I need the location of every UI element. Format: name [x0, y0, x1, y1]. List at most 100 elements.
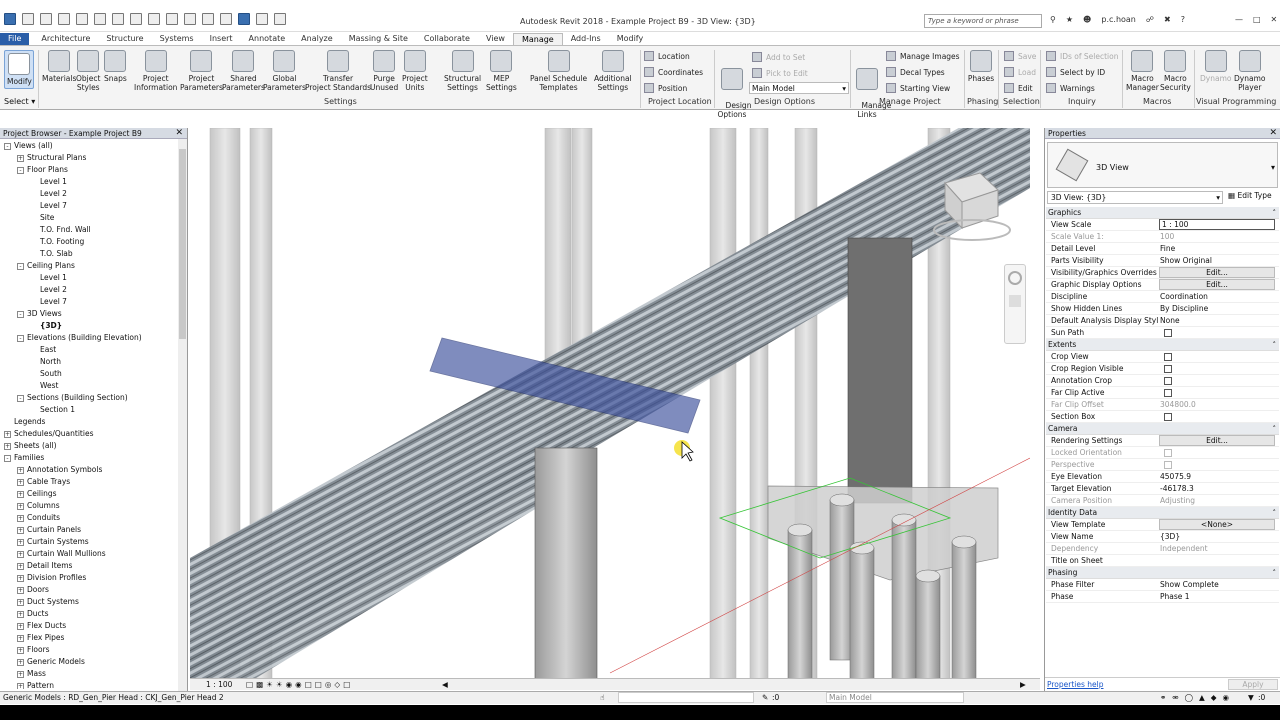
tab-insert[interactable]: Insert	[202, 33, 241, 45]
thin-lines-icon[interactable]	[238, 13, 250, 25]
collapse-icon[interactable]: -	[17, 310, 24, 318]
tab-structure[interactable]: Structure	[98, 33, 151, 45]
checkbox[interactable]	[1164, 413, 1172, 421]
tree-item[interactable]: + Flex Pipes	[17, 632, 64, 644]
3d-view-icon[interactable]	[202, 13, 214, 25]
expand-icon[interactable]: +	[17, 154, 24, 162]
collapse-icon[interactable]: ˄	[1273, 423, 1277, 435]
tree-item[interactable]: - Floor Plans	[17, 164, 68, 176]
expand-icon[interactable]: +	[17, 550, 24, 558]
open-icon[interactable]	[22, 13, 34, 25]
tab-architecture[interactable]: Architecture	[33, 33, 98, 45]
expand-icon[interactable]: +	[17, 574, 24, 582]
collapse-icon[interactable]: ˄	[1273, 207, 1277, 219]
tree-item[interactable]: + Flex Ducts	[17, 620, 66, 632]
tree-item[interactable]: T.O. Slab	[30, 248, 73, 260]
tree-item[interactable]: + Conduits	[17, 512, 60, 524]
minimize-icon[interactable]: —	[1235, 15, 1243, 24]
tab-manage[interactable]: Manage	[512, 33, 563, 45]
tree-item[interactable]: T.O. Fnd. Wall	[30, 224, 91, 236]
dynamo-button-1[interactable]: Dynamo Player	[1234, 50, 1265, 92]
settings-button-3[interactable]: Project Information	[134, 50, 177, 92]
save-icon[interactable]	[40, 13, 52, 25]
property-value[interactable]: 45075.9	[1158, 471, 1279, 482]
tree-item[interactable]: Level 7	[30, 200, 67, 212]
tree-item[interactable]: + Curtain Wall Mullions	[17, 548, 106, 560]
3d-model-canvas[interactable]	[190, 128, 1030, 680]
tree-item[interactable]: + Cable Trays	[17, 476, 70, 488]
expand-icon[interactable]: +	[17, 586, 24, 594]
settings-button-8[interactable]: Purge Unused	[370, 50, 398, 92]
filter-icon[interactable]: ▼	[1248, 693, 1254, 702]
settings-button-7[interactable]: Transfer Project Standards	[305, 50, 371, 92]
tree-item[interactable]: East	[30, 344, 56, 356]
expand-icon[interactable]: +	[17, 598, 24, 606]
click-to-select-icon[interactable]: ☝	[600, 693, 605, 702]
property-edit-button[interactable]: Edit...	[1159, 279, 1275, 290]
modify-button[interactable]: Modify	[4, 50, 34, 89]
property-value[interactable]: By Discipline	[1158, 303, 1279, 314]
checkbox[interactable]	[1164, 365, 1172, 373]
user-name[interactable]: p.c.hoan	[1101, 15, 1136, 24]
search-input[interactable]: Type a keyword or phrase	[924, 14, 1042, 28]
view-control-icons[interactable]: □▩☀☀◉◉□□◎◇□	[246, 680, 353, 689]
collapse-icon[interactable]: ˄	[1273, 339, 1277, 351]
design-option-status-dropdown[interactable]: Main Model	[826, 692, 964, 703]
undo-icon[interactable]	[76, 13, 88, 25]
checkbox[interactable]	[1164, 353, 1172, 361]
tree-item[interactable]: + Annotation Symbols	[17, 464, 102, 476]
expand-icon[interactable]: +	[4, 430, 11, 438]
property-value[interactable]: Coordination	[1158, 291, 1279, 302]
tree-item[interactable]: Level 1	[30, 272, 67, 284]
tree-item[interactable]: -3D Views	[17, 308, 62, 320]
print-icon[interactable]	[112, 13, 124, 25]
search-icon[interactable]: ⚲	[1050, 15, 1056, 24]
tab-annotate[interactable]: Annotate	[241, 33, 294, 45]
settings-button-2[interactable]: Snaps	[104, 50, 127, 83]
tree-item[interactable]: Level 2	[30, 284, 67, 296]
tree-item[interactable]: - Views (all)	[4, 140, 53, 152]
tree-item[interactable]: - Ceiling Plans	[17, 260, 75, 272]
settings-button-6[interactable]: Global Parameters	[263, 50, 306, 92]
tree-item[interactable]: + Curtain Panels	[17, 524, 81, 536]
properties-help-link[interactable]: Properties help	[1047, 680, 1104, 689]
property-group-header[interactable]: Camera ˄	[1046, 423, 1279, 435]
tree-item[interactable]: + Duct Systems	[17, 596, 79, 608]
tag-icon[interactable]	[166, 13, 178, 25]
selection-item-1[interactable]: Load	[1004, 67, 1036, 77]
tree-item[interactable]: Site	[30, 212, 54, 224]
tab-massing-site[interactable]: Massing & Site	[341, 33, 416, 45]
apply-button[interactable]: Apply	[1228, 679, 1278, 690]
macro-button-0[interactable]: Macro Manager	[1126, 50, 1159, 92]
expand-icon[interactable]: +	[17, 682, 24, 689]
property-group-header[interactable]: Graphics ˄	[1046, 207, 1279, 219]
checkbox[interactable]	[1164, 329, 1172, 337]
scroll-right-icon[interactable]: ▶	[1020, 680, 1026, 689]
close-icon[interactable]: ✕	[1271, 15, 1278, 24]
tab-analyze[interactable]: Analyze	[293, 33, 341, 45]
tree-item[interactable]: + Ceilings	[17, 488, 57, 500]
tab-collaborate[interactable]: Collaborate	[416, 33, 478, 45]
collapse-icon[interactable]: -	[17, 394, 24, 402]
view-scale-button[interactable]: 1 : 100	[206, 680, 232, 689]
zoom-icon[interactable]	[1009, 295, 1021, 307]
tree-item[interactable]: Section 1	[30, 404, 75, 416]
expand-icon[interactable]: +	[17, 670, 24, 678]
dynamo-button-0[interactable]: Dynamo	[1200, 50, 1231, 83]
settings-button-13[interactable]: Additional Settings	[594, 50, 632, 92]
property-edit-button[interactable]: Edit...	[1159, 435, 1275, 446]
settings-button-1[interactable]: Object Styles	[76, 50, 100, 92]
close-icon[interactable]: ✕	[175, 128, 183, 138]
tree-item[interactable]: - Elevations (Building Elevation)	[17, 332, 142, 344]
inquiry-item-1[interactable]: Select by ID	[1046, 67, 1105, 77]
exchange-apps-icon[interactable]: ✖	[1164, 15, 1171, 24]
expand-icon[interactable]: +	[17, 634, 24, 642]
property-value-input[interactable]: 1 : 100	[1159, 219, 1275, 230]
property-value[interactable]: Fine	[1158, 243, 1279, 254]
expand-icon[interactable]: +	[17, 514, 24, 522]
property-edit-button[interactable]: Edit...	[1159, 267, 1275, 278]
steering-wheel-icon[interactable]	[1008, 271, 1022, 285]
close-icon[interactable]: ✕	[1269, 128, 1277, 138]
measure-icon[interactable]	[130, 13, 142, 25]
coordinates-button[interactable]: Coordinates	[644, 67, 703, 77]
